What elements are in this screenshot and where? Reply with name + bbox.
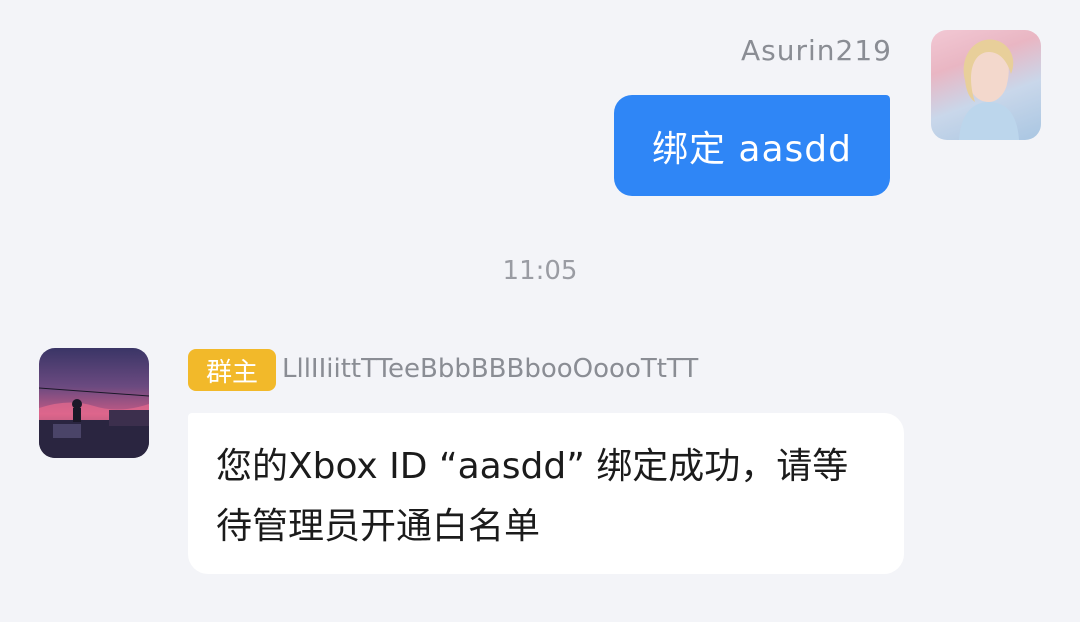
outgoing-message-bubble[interactable]: 绑定 aasdd [614, 95, 890, 196]
group-owner-badge-label: 群主 [205, 357, 258, 388]
outgoing-avatar[interactable] [931, 30, 1041, 140]
outgoing-sender-name: Asurin219 [741, 34, 892, 67]
group-owner-badge: 群主 [188, 349, 276, 391]
incoming-sender-name: LllIIiittTTeeBbbBBBbooOoooTtTT [282, 354, 699, 384]
incoming-avatar[interactable] [39, 348, 149, 458]
outgoing-message-text: 绑定 aasdd [651, 128, 853, 170]
chat-screen: Asurin219 绑定 aasdd 11:05 群主 LllIIiittTTe… [0, 0, 1080, 622]
incoming-message-bubble[interactable]: 您的Xbox ID “aasdd” 绑定成功，请等待管理员开通白名单 [188, 413, 904, 574]
incoming-message-text: 您的Xbox ID “aasdd” 绑定成功，请等待管理员开通白名单 [216, 446, 849, 547]
message-timestamp: 11:05 [502, 256, 578, 286]
